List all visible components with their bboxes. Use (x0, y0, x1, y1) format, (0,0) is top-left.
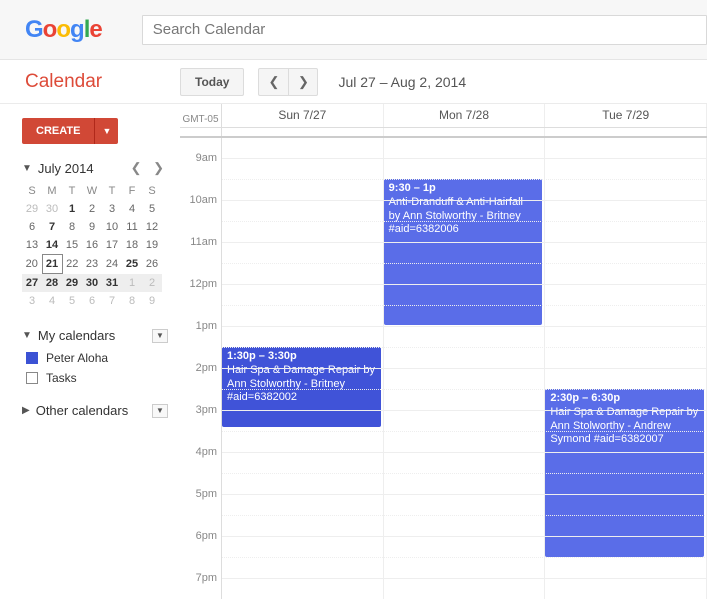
create-dropdown-button[interactable]: ▼ (94, 118, 118, 144)
day-header-mon[interactable]: Mon 7/28 (384, 104, 546, 127)
calendar-item-peter[interactable]: Peter Aloha (26, 351, 168, 365)
calendar-grid[interactable]: 1:30p – 3:30p Hair Spa & Damage Repair b… (222, 138, 707, 599)
my-calendars-label: My calendars (38, 328, 115, 343)
calendar-color-box (26, 352, 38, 364)
prev-week-button[interactable]: ❮ (258, 68, 288, 96)
calendar-item-tasks[interactable]: Tasks (26, 371, 168, 385)
my-calendars-collapse-icon[interactable]: ▼ (22, 330, 32, 341)
my-calendars-menu-button[interactable]: ▼ (152, 329, 168, 343)
event-block[interactable]: 1:30p – 3:30p Hair Spa & Damage Repair b… (222, 347, 381, 427)
calendar-color-box (26, 372, 38, 384)
date-range-label: Jul 27 – Aug 2, 2014 (338, 74, 466, 90)
mini-cal-next-button[interactable]: ❯ (149, 160, 168, 175)
calendar-item-label: Peter Aloha (46, 351, 108, 365)
mini-calendar[interactable]: SMTWTFS 293012345 6789101112 13141516171… (22, 182, 163, 310)
next-week-button[interactable]: ❯ (288, 68, 318, 96)
day-header-tue[interactable]: Tue 7/29 (545, 104, 707, 127)
today-button[interactable]: Today (180, 68, 244, 96)
other-calendars-collapse-icon[interactable]: ▶ (22, 405, 30, 416)
google-logo[interactable]: Google (25, 16, 102, 44)
search-placeholder: Search Calendar (153, 21, 266, 38)
event-time: 9:30 – 1p (389, 182, 538, 196)
mini-cal-collapse-icon[interactable]: ▼ (22, 163, 32, 174)
event-title: Anti-Dranduff & Anti-Hairfall by Ann Sto… (389, 196, 538, 237)
event-title: Hair Spa & Damage Repair by Ann Stolwort… (550, 406, 699, 447)
app-title: Calendar (25, 71, 180, 93)
event-title: Hair Spa & Damage Repair by Ann Stolwort… (227, 364, 376, 405)
day-header-sun[interactable]: Sun 7/27 (222, 104, 384, 127)
mini-cal-month-label: July 2014 (38, 161, 127, 176)
chevron-left-icon: ❮ (269, 74, 280, 90)
event-time: 1:30p – 3:30p (227, 350, 376, 364)
chevron-right-icon: ❯ (298, 74, 309, 90)
timezone-label: GMT-05 (180, 104, 222, 127)
time-gutter: 9am 10am 11am 12pm 1pm 2pm 3pm 4pm 5pm 6… (180, 138, 222, 599)
mini-cal-prev-button[interactable]: ❮ (127, 160, 146, 175)
other-calendars-menu-button[interactable]: ▼ (152, 404, 168, 418)
event-time: 2:30p – 6:30p (550, 392, 699, 406)
calendar-item-label: Tasks (46, 371, 77, 385)
create-button[interactable]: CREATE (22, 118, 94, 144)
other-calendars-label: Other calendars (36, 403, 129, 418)
search-input[interactable]: Search Calendar (142, 15, 707, 45)
caret-down-icon: ▼ (102, 126, 111, 136)
